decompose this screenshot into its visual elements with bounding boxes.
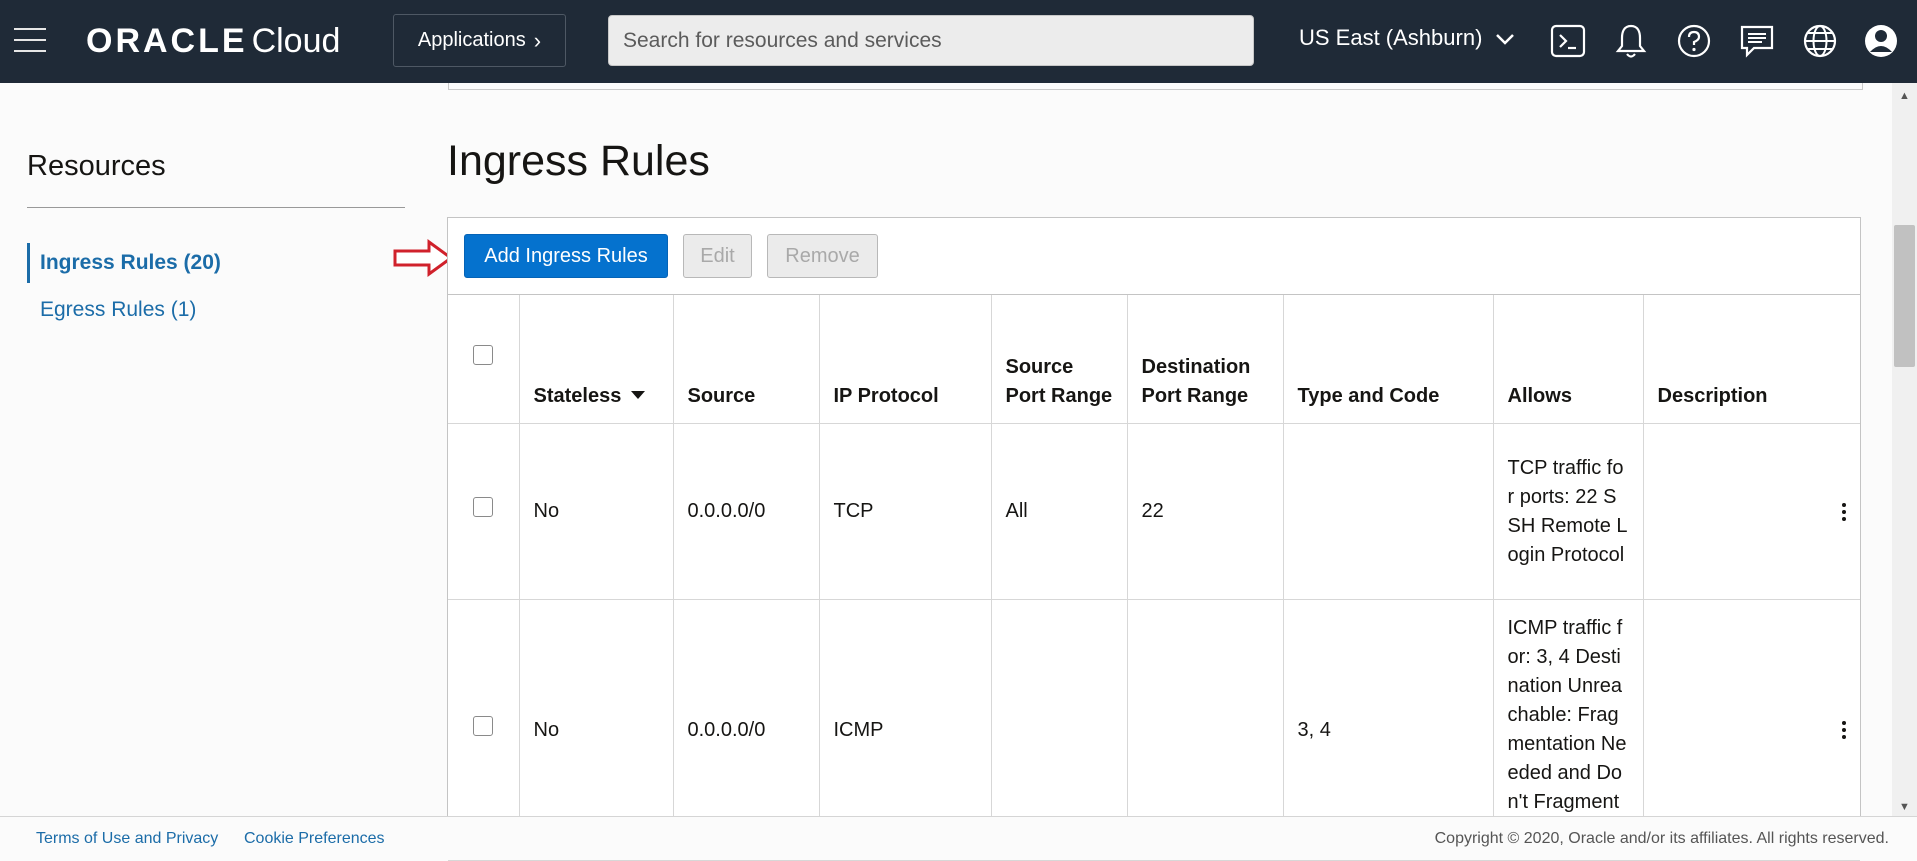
- edit-button[interactable]: Edit: [683, 234, 752, 278]
- description-cell: [1642, 423, 1860, 600]
- applications-label: Applications: [417, 29, 526, 51]
- type-code-cell: [1282, 423, 1493, 600]
- row-actions-kebab-icon[interactable]: [1842, 500, 1848, 524]
- user-avatar-icon[interactable]: [1862, 22, 1900, 60]
- sort-caret-icon[interactable]: [631, 390, 646, 399]
- region-selector[interactable]: US East (Ashburn): [1299, 25, 1515, 51]
- resources-heading: Resources: [27, 150, 166, 182]
- row-checkbox[interactable]: [473, 715, 494, 736]
- ingress-rules-table: Stateless Source IP Protocol Source Port…: [448, 294, 1860, 861]
- logo-product: Cloud: [251, 22, 341, 60]
- sidebar-item-ingress-rules[interactable]: Ingress Rules (20): [27, 243, 221, 283]
- bell-icon[interactable]: [1612, 22, 1650, 60]
- column-header-destination-port-range: Destination Port Range: [1126, 294, 1283, 424]
- page-footer: Terms of Use and Privacy Cookie Preferen…: [0, 816, 1917, 860]
- table-header-row: Stateless Source IP Protocol Source Port…: [448, 294, 1860, 424]
- column-header-type-and-code: Type and Code: [1282, 294, 1493, 424]
- vertical-scrollbar[interactable]: ▲ ▼: [1892, 83, 1917, 816]
- select-all-checkbox[interactable]: [473, 344, 494, 365]
- column-header-description: Description: [1642, 294, 1860, 424]
- column-header-stateless[interactable]: Stateless: [518, 294, 673, 424]
- globe-icon[interactable]: [1801, 22, 1839, 60]
- logo-brand: ORACLE: [86, 22, 248, 60]
- column-header-source: Source: [672, 294, 819, 424]
- search-input[interactable]: [608, 15, 1254, 66]
- source-port-cell: All: [990, 423, 1127, 600]
- destination-port-cell: 22: [1126, 423, 1283, 600]
- column-header-source-port-range: Source Port Range: [990, 294, 1127, 424]
- scrollbar-thumb[interactable]: [1894, 225, 1915, 367]
- top-navigation-bar: ORACLECloud Applications › US East (Ashb…: [0, 0, 1917, 83]
- allows-cell: TCP traffic for ports: 22 SSH Remote Log…: [1492, 423, 1643, 600]
- chat-icon[interactable]: [1738, 22, 1776, 60]
- stateless-cell: No: [518, 423, 673, 600]
- oracle-cloud-logo[interactable]: ORACLE Cloud: [86, 22, 340, 61]
- table-row: No 0.0.0.0/0 TCP All 22 TCP traffic for …: [448, 423, 1860, 600]
- scroll-down-arrow-icon[interactable]: ▼: [1892, 798, 1917, 816]
- chevron-down-icon: [1495, 34, 1514, 45]
- terms-of-use-link[interactable]: Terms of Use and Privacy: [36, 830, 218, 848]
- applications-button[interactable]: Applications ›: [393, 14, 566, 67]
- row-actions-kebab-icon[interactable]: [1842, 718, 1848, 742]
- protocol-cell: TCP: [818, 423, 991, 600]
- row-checkbox[interactable]: [473, 497, 494, 517]
- scroll-up-arrow-icon[interactable]: ▲: [1892, 87, 1917, 105]
- resources-divider: [27, 207, 405, 208]
- annotation-arrow-icon: [393, 239, 454, 277]
- cloud-shell-icon[interactable]: [1549, 22, 1587, 60]
- select-all-cell: [448, 294, 519, 424]
- previous-panel-edge: [448, 83, 1863, 90]
- cookie-preferences-link[interactable]: Cookie Preferences: [244, 830, 385, 848]
- copyright-text: Copyright © 2020, Oracle and/or its affi…: [1434, 830, 1889, 847]
- column-header-ip-protocol: IP Protocol: [818, 294, 991, 424]
- remove-button[interactable]: Remove: [767, 234, 878, 278]
- sidebar-item-egress-rules[interactable]: Egress Rules (1): [27, 296, 196, 324]
- add-ingress-rules-button[interactable]: Add Ingress Rules: [464, 234, 668, 278]
- column-header-allows: Allows: [1492, 294, 1643, 424]
- help-icon[interactable]: [1675, 22, 1713, 60]
- chevron-right-icon: ›: [533, 27, 542, 53]
- row-select-cell: [448, 423, 519, 600]
- page-title: Ingress Rules: [447, 137, 710, 185]
- hamburger-menu-icon[interactable]: [14, 28, 46, 54]
- region-label: US East (Ashburn): [1299, 25, 1483, 50]
- column-label-stateless: Stateless: [533, 385, 622, 407]
- source-cell: 0.0.0.0/0: [672, 423, 819, 600]
